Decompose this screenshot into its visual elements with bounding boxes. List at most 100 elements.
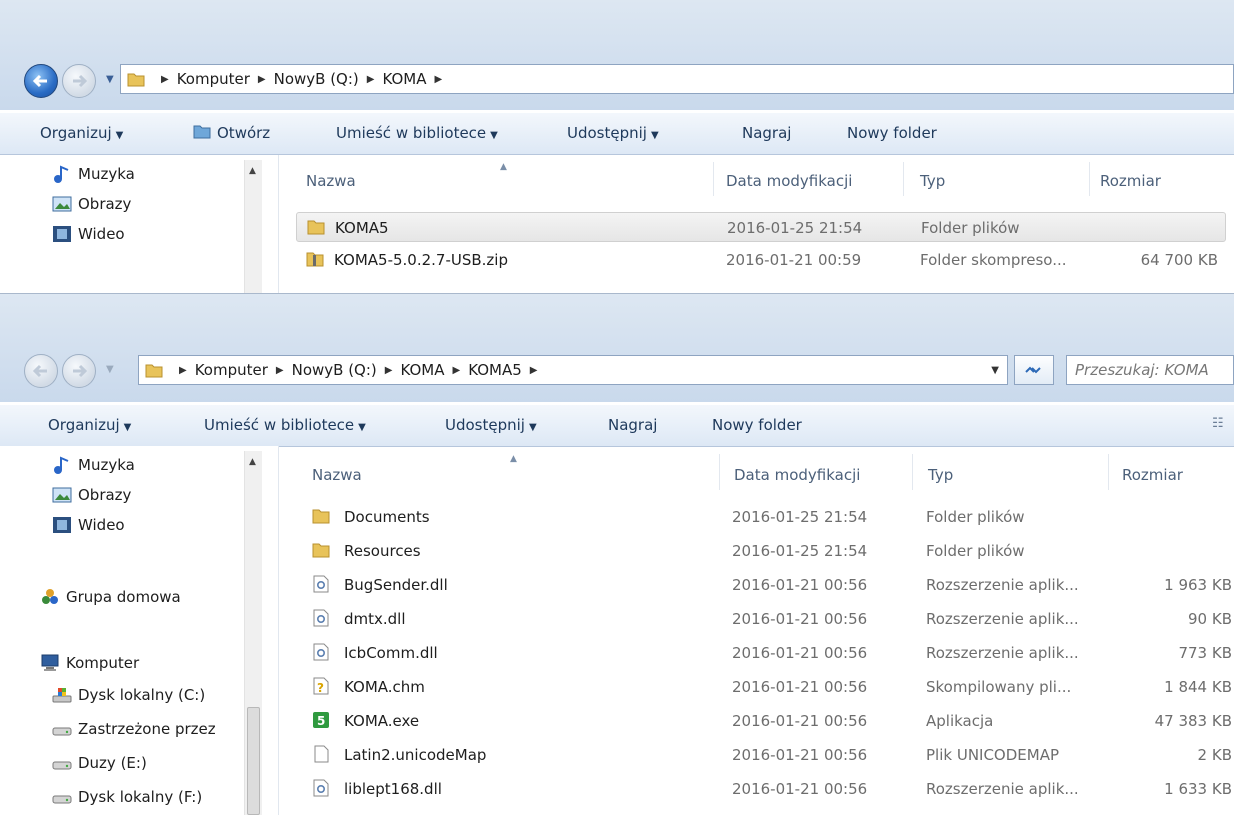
file-row[interactable]: BugSender.dll 2016-01-21 00:56 Rozszerzeni… bbox=[302, 570, 1232, 600]
refresh-button[interactable] bbox=[1014, 355, 1054, 385]
search-input[interactable]: Przeszukaj: KOMA bbox=[1066, 355, 1234, 385]
open-button[interactable]: Otwórz bbox=[193, 124, 270, 142]
nav-item-drive-f[interactable]: Dysk lokalny (F:) bbox=[52, 788, 202, 806]
breadcrumb-item[interactable]: KOMA5 bbox=[468, 361, 522, 379]
column-divider[interactable] bbox=[1089, 162, 1090, 196]
arrow-right-icon bbox=[73, 74, 88, 88]
burn-button[interactable]: Nagraj bbox=[742, 124, 791, 142]
include-in-library-menu[interactable]: Umieść w bibliotece ▼ bbox=[336, 124, 498, 142]
burn-button[interactable]: Nagraj bbox=[608, 416, 657, 434]
chevron-right-icon[interactable]: ▶ bbox=[385, 365, 393, 376]
file-row[interactable]: ? KOMA.chm 2016-01-21 00:56 Skompilowany pl… bbox=[302, 672, 1232, 702]
back-button[interactable] bbox=[24, 64, 58, 98]
breadcrumb-item[interactable]: NowyB (Q:) bbox=[274, 70, 359, 88]
recent-pages-dropdown[interactable]: ▼ bbox=[106, 74, 114, 85]
file-type: Skompilowany pli... bbox=[926, 678, 1072, 696]
file-row[interactable]: IcbComm.dll 2016-01-21 00:56 Rozszerzenie … bbox=[302, 638, 1232, 668]
file-row[interactable]: Documents 2016-01-25 21:54 Folder plików bbox=[302, 502, 1232, 532]
breadcrumb-item[interactable]: KOMA bbox=[400, 361, 444, 379]
address-bar[interactable]: ▶ Komputer ▶ NowyB (Q:) ▶ KOMA ▶ bbox=[120, 64, 1234, 94]
scroll-up-icon[interactable]: ▲ bbox=[249, 457, 256, 467]
column-header-date[interactable]: Data modyfikacji bbox=[734, 466, 860, 484]
drive-icon bbox=[52, 727, 72, 736]
nav-item-drive-e[interactable]: Duzy (E:) bbox=[52, 754, 147, 772]
explorer-window-koma: ▼ ▶ Komputer ▶ NowyB (Q:) ▶ KOMA ▶ Organ… bbox=[0, 0, 1234, 300]
column-header-name[interactable]: Nazwa bbox=[312, 466, 362, 484]
recent-pages-dropdown[interactable]: ▼ bbox=[106, 364, 114, 375]
column-header-type[interactable]: Typ bbox=[920, 172, 945, 190]
file-row[interactable]: dmtx.dll 2016-01-21 00:56 Rozszerzenie apl… bbox=[302, 604, 1232, 634]
breadcrumb-item[interactable]: Komputer bbox=[195, 361, 268, 379]
chevron-right-icon[interactable]: ▶ bbox=[179, 365, 187, 376]
file-name: KOMA.chm bbox=[344, 678, 425, 696]
column-header-size[interactable]: Rozmiar bbox=[1122, 466, 1183, 484]
nav-scrollbar[interactable]: ▲ bbox=[244, 451, 262, 815]
video-icon bbox=[53, 226, 71, 242]
pictures-icon bbox=[52, 487, 72, 503]
chevron-right-icon[interactable]: ▶ bbox=[276, 365, 284, 376]
column-header-name[interactable]: Nazwa bbox=[306, 172, 356, 190]
column-divider[interactable] bbox=[903, 162, 904, 196]
breadcrumb-item[interactable]: NowyB (Q:) bbox=[292, 361, 377, 379]
file-row[interactable]: KOMA5 2016-01-25 21:54 Folder plików bbox=[296, 212, 1226, 242]
file-row[interactable]: Latin2.unicodeMap 2016-01-21 00:56 Plik UN… bbox=[302, 740, 1232, 770]
new-folder-button[interactable]: Nowy folder bbox=[847, 124, 937, 142]
dll-icon bbox=[313, 779, 329, 797]
column-header-date[interactable]: Data modyfikacji bbox=[726, 172, 852, 190]
include-in-library-menu[interactable]: Umieść w bibliotece ▼ bbox=[204, 416, 366, 434]
file-type: Folder plików bbox=[926, 542, 1025, 560]
breadcrumb-item[interactable]: Komputer bbox=[177, 70, 250, 88]
address-dropdown-icon[interactable]: ▼ bbox=[991, 365, 999, 376]
organize-menu[interactable]: Organizuj ▼ bbox=[48, 416, 131, 434]
nav-scrollbar[interactable]: ▲ bbox=[244, 160, 262, 300]
nav-item-reserved-drive[interactable]: Zastrzeżone przez bbox=[52, 720, 216, 738]
file-type: Folder plików bbox=[921, 219, 1020, 237]
breadcrumb-item[interactable]: KOMA bbox=[382, 70, 426, 88]
nav-item-music[interactable]: Muzyka bbox=[52, 165, 135, 183]
share-with-menu[interactable]: Udostępnij ▼ bbox=[567, 124, 659, 142]
new-folder-button[interactable]: Nowy folder bbox=[712, 416, 802, 434]
file-date: 2016-01-21 00:56 bbox=[732, 712, 868, 730]
column-divider[interactable] bbox=[719, 454, 720, 490]
file-size: 64 700 KB bbox=[1140, 251, 1218, 269]
chevron-right-icon[interactable]: ▶ bbox=[530, 365, 538, 376]
chevron-right-icon[interactable]: ▶ bbox=[453, 365, 461, 376]
chevron-right-icon[interactable]: ▶ bbox=[161, 74, 169, 85]
file-type: Folder skompreso... bbox=[920, 251, 1067, 269]
nav-item-computer[interactable]: Komputer bbox=[40, 654, 139, 672]
file-row[interactable]: 5 KOMA.exe 2016-01-21 00:56 Aplikacja 47 383… bbox=[302, 706, 1232, 736]
view-options-icon[interactable]: ☷ bbox=[1212, 416, 1224, 431]
share-with-menu[interactable]: Udostępnij ▼ bbox=[445, 416, 537, 434]
column-header-type[interactable]: Typ bbox=[928, 466, 953, 484]
nav-item-drive-c[interactable]: Dysk lokalny (C:) bbox=[52, 686, 205, 704]
file-size: 773 KB bbox=[1178, 644, 1232, 662]
scroll-up-icon[interactable]: ▲ bbox=[249, 166, 256, 176]
chevron-right-icon[interactable]: ▶ bbox=[435, 74, 443, 85]
svg-text:5: 5 bbox=[317, 714, 325, 728]
column-divider[interactable] bbox=[912, 454, 913, 490]
scrollbar-thumb[interactable] bbox=[247, 707, 260, 815]
forward-button[interactable] bbox=[62, 64, 96, 98]
forward-button[interactable] bbox=[62, 354, 96, 388]
nav-item-videos[interactable]: Wideo bbox=[52, 225, 125, 243]
file-row[interactable]: liblept168.dll 2016-01-21 00:56 Rozszerzen… bbox=[302, 774, 1232, 804]
back-button[interactable] bbox=[24, 354, 58, 388]
nav-item-videos[interactable]: Wideo bbox=[52, 516, 125, 534]
address-bar[interactable]: ▶ Komputer ▶ NowyB (Q:) ▶ KOMA ▶ KOMA5 ▶… bbox=[138, 355, 1008, 385]
nav-item-homegroup[interactable]: Grupa domowa bbox=[40, 588, 181, 606]
chevron-right-icon[interactable]: ▶ bbox=[258, 74, 266, 85]
file-row[interactable]: Resources 2016-01-25 21:54 Folder plików bbox=[302, 536, 1232, 566]
nav-item-pictures[interactable]: Obrazy bbox=[52, 195, 131, 213]
file-row[interactable]: KOMA5-5.0.2.7-USB.zip 2016-01-21 00:59 F… bbox=[296, 245, 1226, 275]
chevron-right-icon[interactable]: ▶ bbox=[367, 74, 375, 85]
column-divider[interactable] bbox=[713, 162, 714, 196]
organize-menu[interactable]: Organizuj ▼ bbox=[40, 124, 123, 142]
nav-item-pictures[interactable]: Obrazy bbox=[52, 486, 131, 504]
help-file-icon: ? bbox=[313, 677, 329, 695]
column-header-size[interactable]: Rozmiar bbox=[1100, 172, 1161, 190]
column-divider[interactable] bbox=[1108, 454, 1109, 490]
file-name: Latin2.unicodeMap bbox=[344, 746, 487, 764]
nav-item-music[interactable]: Muzyka bbox=[52, 456, 135, 474]
dll-icon bbox=[313, 643, 329, 661]
file-date: 2016-01-21 00:56 bbox=[732, 746, 868, 764]
